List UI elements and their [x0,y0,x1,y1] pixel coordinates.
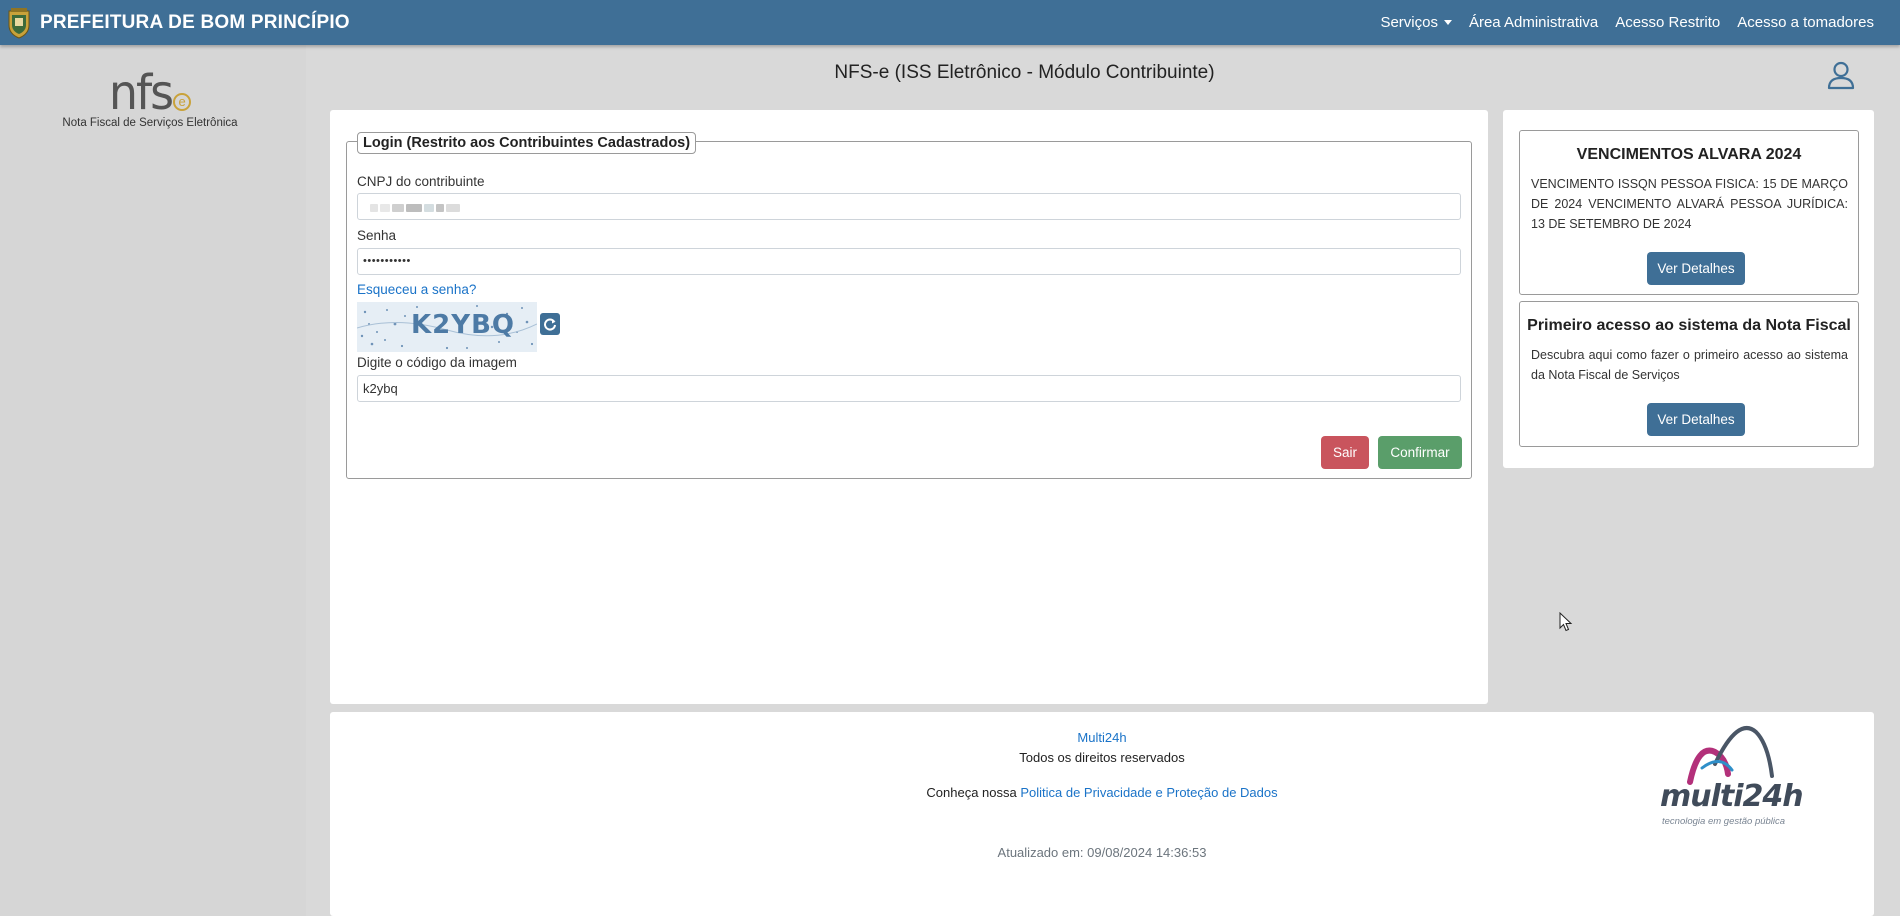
cnpj-input[interactable] [357,193,1461,220]
senha-input[interactable]: ••••••••••• [357,248,1461,275]
nav-servicos-dropdown[interactable]: Serviços [1380,14,1452,31]
refresh-icon [544,318,556,331]
captcha-input[interactable]: k2ybq [357,375,1461,402]
user-account-icon[interactable] [1826,60,1856,90]
nfse-logo: nfs e Nota Fiscal de Serviços Eletrônica [60,63,240,129]
nav-servicos-label: Serviços [1380,14,1438,31]
page-title: NFS-e (ISS Eletrônico - Módulo Contribui… [834,62,1215,83]
privacy-prefix: Conheça nossa [926,785,1021,800]
top-navbar: PREFEITURA DE BOM PRINCÍPIO Serviços Áre… [0,0,1900,45]
captcha-label: Digite o código da imagem [357,355,517,370]
multi24h-word: multi24h [1660,779,1804,814]
nav-acesso-tomadores[interactable]: Acesso a tomadores [1737,14,1874,31]
privacy-line: Conheça nossa Politica de Privacidade e … [330,785,1874,800]
login-card: Login (Restrito aos Contribuintes Cadast… [330,110,1488,704]
notice-text: VENCIMENTO ISSQN PESSOA FISICA: 15 DE MA… [1531,177,1848,231]
cnpj-label: CNPJ do contribuinte [357,174,485,189]
caret-down-icon [1443,20,1452,25]
footer: Multi24h Todos os direitos reservados Co… [330,712,1874,916]
nav-area-administrativa[interactable]: Área Administrativa [1469,14,1598,31]
privacy-policy-link[interactable]: Politica de Privacidade e Proteção de Da… [1020,785,1277,800]
site-title: PREFEITURA DE BOM PRINCÍPIO [40,11,350,33]
captcha-text: K2YBQ [411,310,515,340]
sair-button[interactable]: Sair [1321,436,1369,469]
ver-detalhes-button[interactable]: Ver Detalhes [1647,403,1745,436]
brand[interactable]: PREFEITURA DE BOM PRINCÍPIO [0,7,350,39]
multi24h-mark-icon [1687,726,1774,785]
left-sidebar: nfs e Nota Fiscal de Serviços Eletrônica [0,45,306,916]
notice-title: Primeiro acesso ao sistema da Nota Fisca… [1527,317,1851,334]
multi24h-tagline: tecnologia em gestão pública [1662,816,1786,827]
rights-text: Todos os direitos reservados [1019,750,1185,765]
logo-letters: nfs [108,63,174,121]
ver-detalhes-button[interactable]: Ver Detalhes [1647,252,1745,285]
notices-panel: VENCIMENTOS ALVARA 2024 VENCIMENTO ISSQN… [1503,110,1874,468]
company-link[interactable]: Multi24h [1077,730,1126,745]
forgot-password-link[interactable]: Esqueceu a senha? [357,282,476,297]
confirmar-button[interactable]: Confirmar [1378,436,1462,469]
mouse-cursor-icon [1559,612,1573,632]
redacted-value [370,204,460,212]
updated-timestamp: Atualizado em: 09/08/2024 14:36:53 [997,845,1207,860]
notice-card: Primeiro acesso ao sistema da Nota Fisca… [1519,301,1859,447]
notice-title: VENCIMENTOS ALVARA 2024 [1576,146,1802,163]
notice-text: Descubra aqui como fazer o primeiro aces… [1531,348,1848,382]
captcha-image: K2YBQ [357,302,537,352]
senha-label: Senha [357,228,397,243]
nav-links: Serviços Área Administrativa Acesso Rest… [1363,14,1900,31]
nav-acesso-restrito[interactable]: Acesso Restrito [1615,14,1720,31]
notice-card: VENCIMENTOS ALVARA 2024 VENCIMENTO ISSQN… [1519,130,1859,295]
city-crest-icon [8,7,30,39]
login-legend: Login (Restrito aos Contribuintes Cadast… [357,132,697,154]
refresh-captcha-button[interactable] [540,313,560,335]
multi24h-logo: multi24h tecnologia em gestão pública [1660,724,1808,827]
logo-e-icon: e [173,93,192,111]
login-fieldset: Login (Restrito aos Contribuintes Cadast… [346,132,1472,479]
